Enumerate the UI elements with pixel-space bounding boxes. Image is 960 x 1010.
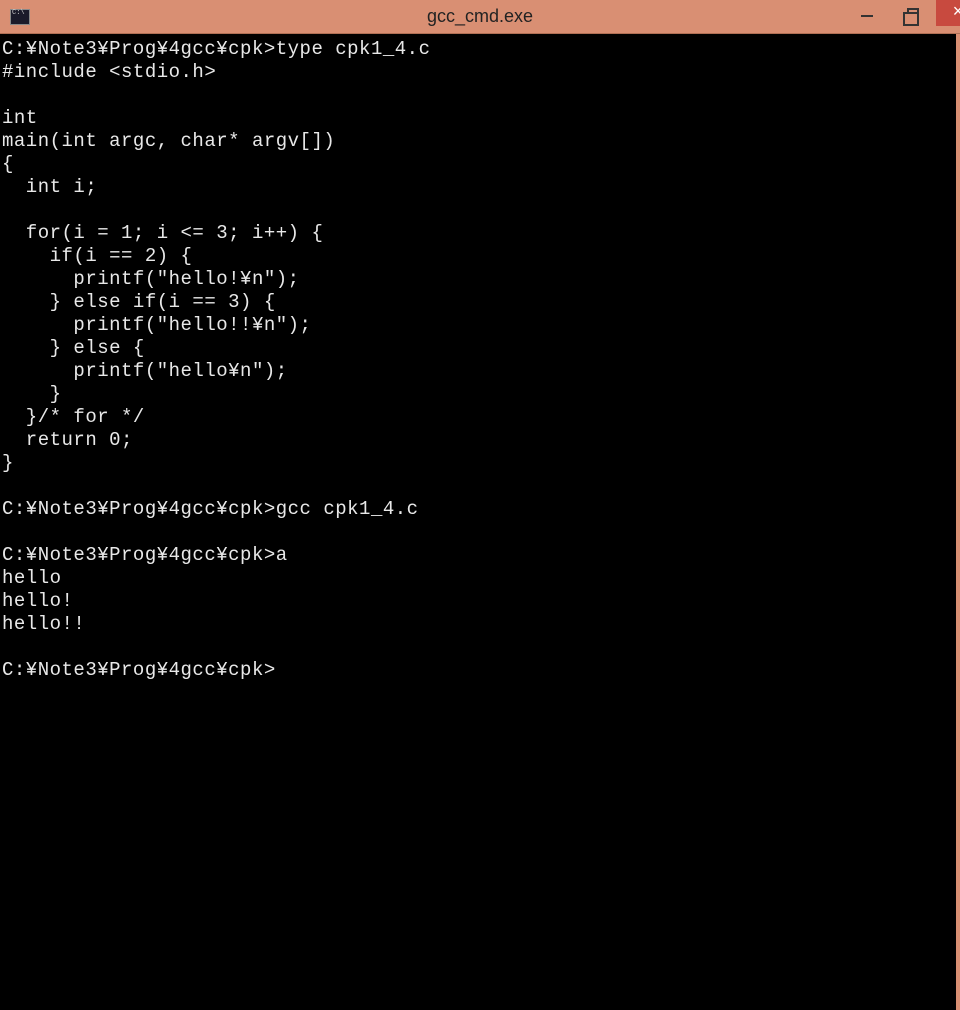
close-button[interactable]: ×	[936, 0, 960, 26]
terminal-output[interactable]: C:¥Note3¥Prog¥4gcc¥cpk>type cpk1_4.c #in…	[0, 34, 960, 1010]
window-titlebar[interactable]: gcc_cmd.exe ×	[0, 0, 960, 34]
minimize-icon	[861, 15, 873, 17]
app-icon	[10, 9, 30, 25]
minimize-button[interactable]	[844, 0, 890, 26]
window-controls: ×	[844, 0, 960, 30]
maximize-icon	[907, 8, 919, 18]
maximize-button[interactable]	[890, 0, 936, 26]
close-icon: ×	[953, 4, 960, 22]
window-title: gcc_cmd.exe	[427, 6, 533, 27]
